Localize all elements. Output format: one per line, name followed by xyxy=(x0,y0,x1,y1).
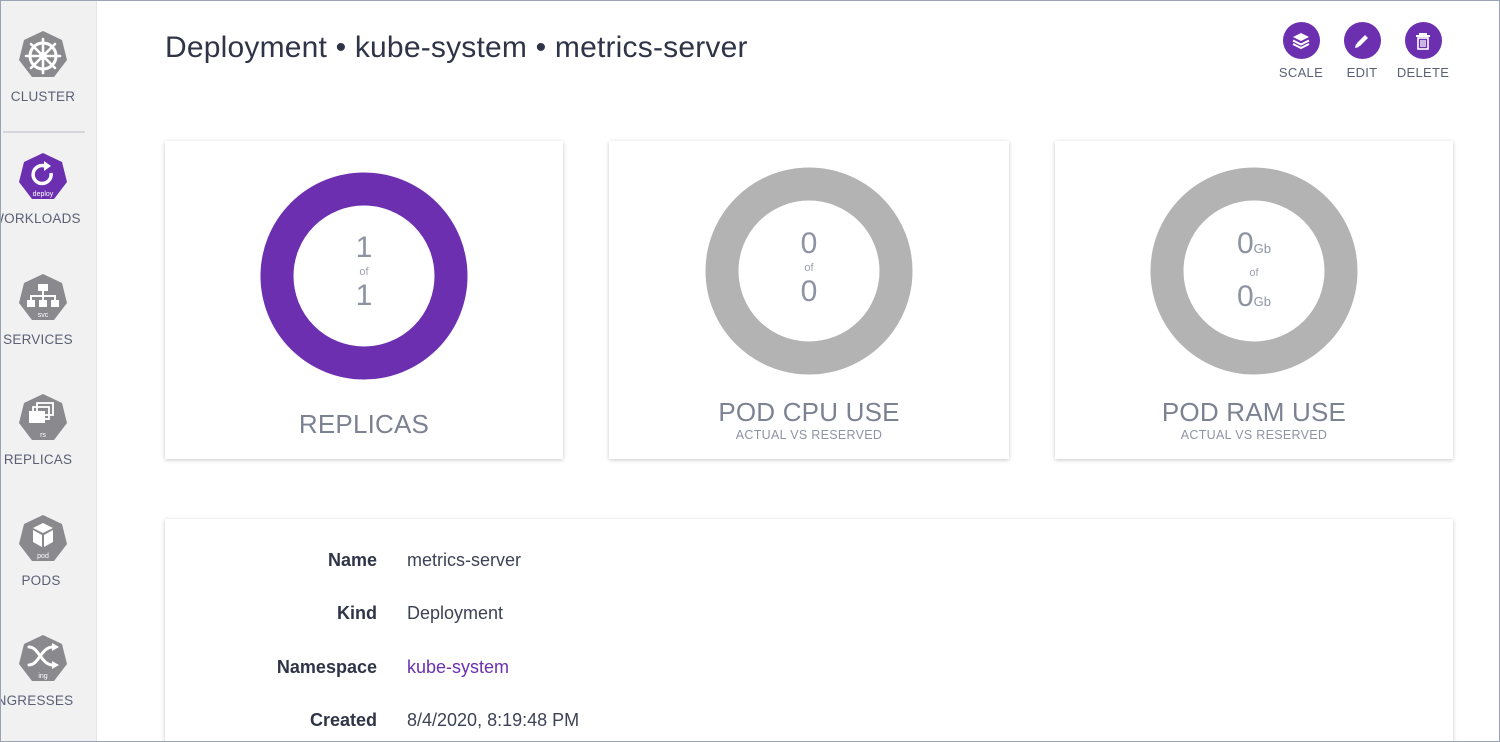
name-value: metrics-server xyxy=(407,550,522,570)
sidebar-item-label: PODS xyxy=(21,573,61,588)
ram-subtitle: ACTUAL VS RESERVED xyxy=(1180,428,1328,442)
trash-icon xyxy=(1404,22,1442,59)
scale-label: SCALE xyxy=(1278,65,1324,80)
ram-value-unit: Gb xyxy=(1253,241,1272,256)
replicas-center: 1 of 1 xyxy=(165,233,563,311)
cpu-subtitle: ACTUAL VS RESERVED xyxy=(735,428,883,442)
ram-title: POD RAM USE xyxy=(1161,397,1347,427)
namespace-link[interactable]: kube-system xyxy=(407,657,509,678)
cpu-total: 0 xyxy=(800,275,818,308)
sidebar-item-cluster[interactable]: CLUSTER xyxy=(1,29,85,104)
scale-button[interactable]: SCALE xyxy=(1271,22,1331,80)
pencil-icon xyxy=(1343,22,1381,59)
detail-row-kind: Kind Deployment xyxy=(165,603,1453,627)
detail-row-name: Name metrics-server xyxy=(165,550,1453,574)
pod-icon: pod xyxy=(19,515,67,561)
ram-value-number: 0 xyxy=(1236,227,1254,260)
page-title: Deployment • kube-system • metrics-serve… xyxy=(165,31,748,64)
sidebar-item-sub: rs xyxy=(40,432,46,439)
delete-button[interactable]: DELETE xyxy=(1393,22,1453,80)
sidebar-item-sub: svc xyxy=(38,312,49,319)
sidebar-item-label: INGRESSES xyxy=(0,693,74,708)
namespace-label: Namespace xyxy=(276,657,377,677)
created-label: Created xyxy=(309,710,377,730)
app-frame: CLUSTER deploy WORKLOADS svc SERVICES rs… xyxy=(0,0,1500,742)
replicas-card: 1 of 1 REPLICAS xyxy=(165,141,563,459)
cpu-center: 0 of 0 xyxy=(609,229,1009,307)
action-toolbar: SCALE EDIT DELETE xyxy=(1271,22,1461,82)
sidebar-item-label: SERVICES xyxy=(3,332,73,347)
sidebar-divider xyxy=(3,131,85,133)
sidebar-item-services[interactable]: svc SERVICES xyxy=(1,272,85,347)
sidebar-item-ingresses[interactable]: ing INGRESSES xyxy=(1,633,85,708)
ing-icon: ing xyxy=(19,635,67,681)
name-label: Name xyxy=(327,550,377,570)
sidebar-item-sub: deploy xyxy=(33,191,54,198)
ram-center: 0Gb of 0Gb xyxy=(1055,229,1453,317)
ram-total: 0Gb xyxy=(1237,282,1271,317)
deploy-icon: deploy xyxy=(19,153,67,199)
cpu-value: 0 xyxy=(800,227,818,260)
sidebar-item-sub: pod xyxy=(37,553,49,560)
sidebar-item-replicas[interactable]: rs REPLICAS xyxy=(1,392,85,467)
sidebar-item-label: WORKLOADS xyxy=(0,211,81,226)
rs-icon: rs xyxy=(19,394,67,440)
sidebar-item-pods[interactable]: pod PODS xyxy=(1,513,85,588)
detail-row-created: Created 8/4/2020, 8:19:48 PM xyxy=(165,710,1453,734)
helm-wheel-icon xyxy=(19,31,67,77)
sidebar-item-label: REPLICAS xyxy=(3,452,73,467)
kind-value: Deployment xyxy=(407,603,504,623)
details-panel: Name metrics-server Kind Deployment Name… xyxy=(165,519,1453,741)
detail-row-namespace: Namespace kube-system xyxy=(165,657,1453,681)
sidebar-item-sub: ing xyxy=(38,673,47,680)
delete-label: DELETE xyxy=(1396,65,1450,80)
replicas-value: 1 xyxy=(355,231,373,264)
sidebar: CLUSTER deploy WORKLOADS svc SERVICES rs… xyxy=(1,1,97,741)
pod-ram-card: 0Gb of 0Gb POD RAM USE ACTUAL VS RESERVE… xyxy=(1055,141,1453,459)
replicas-total: 1 xyxy=(355,279,373,312)
scale-icon xyxy=(1282,22,1320,59)
ram-total-unit: Gb xyxy=(1253,294,1272,309)
sidebar-item-label: CLUSTER xyxy=(10,89,76,104)
edit-button[interactable]: EDIT xyxy=(1341,22,1383,80)
created-value: 8/4/2020, 8:19:48 PM xyxy=(407,710,580,730)
svc-icon: svc xyxy=(19,274,67,320)
cpu-title: POD CPU USE xyxy=(718,397,900,427)
ram-total-number: 0 xyxy=(1236,280,1254,313)
sidebar-item-workloads[interactable]: deploy WORKLOADS xyxy=(1,151,85,226)
ram-value: 0Gb xyxy=(1237,229,1271,264)
edit-label: EDIT xyxy=(1346,65,1378,80)
replicas-title: REPLICAS xyxy=(298,409,430,439)
kind-label: Kind xyxy=(337,603,377,623)
pod-cpu-card: 0 of 0 POD CPU USE ACTUAL VS RESERVED xyxy=(609,141,1009,459)
